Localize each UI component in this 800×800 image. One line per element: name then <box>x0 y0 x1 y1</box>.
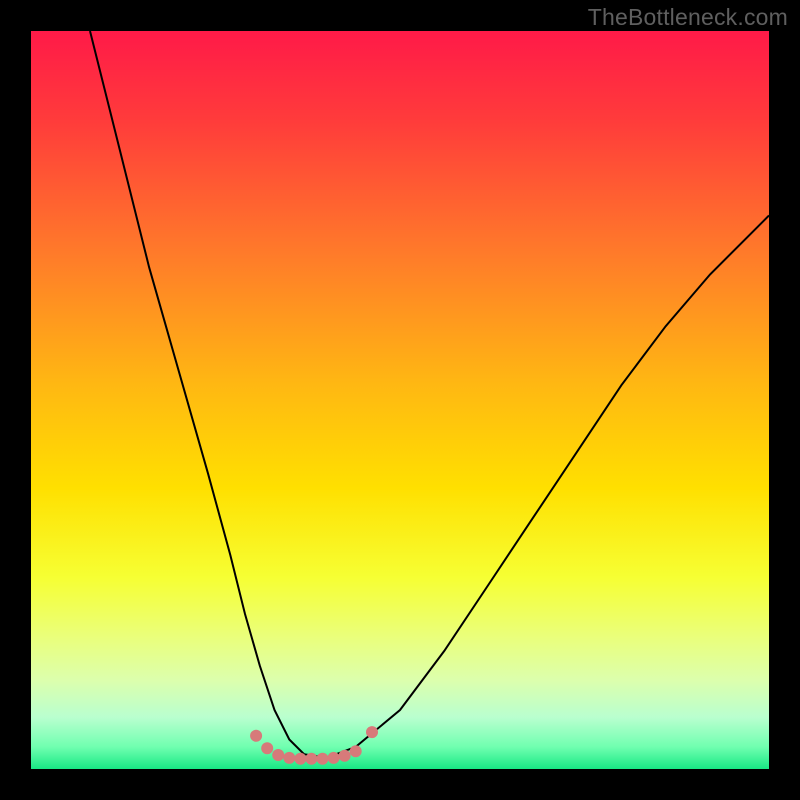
chart-frame: TheBottleneck.com <box>0 0 800 800</box>
data-marker <box>339 750 351 762</box>
bottleneck-chart <box>0 0 800 800</box>
data-marker <box>272 749 284 761</box>
data-marker <box>261 742 273 754</box>
data-marker <box>366 726 378 738</box>
watermark-label: TheBottleneck.com <box>588 4 788 31</box>
data-marker <box>250 730 262 742</box>
data-marker <box>317 753 329 765</box>
data-marker <box>294 753 306 765</box>
data-marker <box>328 752 340 764</box>
data-marker <box>350 745 362 757</box>
data-marker <box>305 753 317 765</box>
data-marker <box>283 752 295 764</box>
gradient-background <box>31 31 769 769</box>
